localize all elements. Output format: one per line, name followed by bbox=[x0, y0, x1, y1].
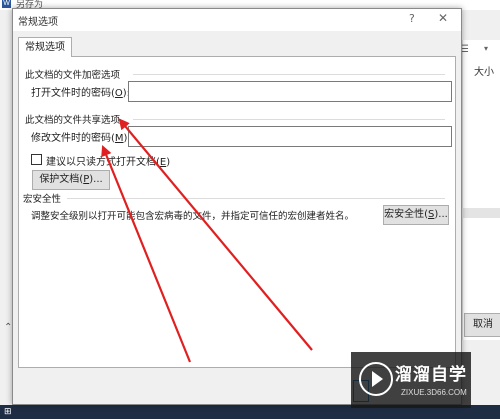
help-icon[interactable]: ? bbox=[409, 12, 415, 25]
view-options-icon[interactable]: ☰ bbox=[460, 44, 482, 58]
watermark-logo: 溜溜自学 ZIXUE.3D66.COM bbox=[351, 352, 471, 408]
horizontal-scrollbar[interactable] bbox=[462, 208, 500, 218]
word-app-icon: W bbox=[2, 0, 11, 8]
divider bbox=[133, 119, 445, 120]
divider bbox=[67, 198, 445, 199]
open-password-label: 打开文件时的密码(O): bbox=[31, 88, 131, 99]
readonly-checkbox[interactable] bbox=[31, 154, 42, 165]
general-options-dialog: 常规选项 ? ✕ 常规选项 此文档的文件加密选项 打开文件时的密码(O): 此文… bbox=[12, 8, 462, 405]
save-as-cancel-button[interactable]: 取消 bbox=[464, 313, 500, 337]
size-column-header[interactable]: 大小 bbox=[474, 63, 494, 78]
tab-general-options[interactable]: 常规选项 bbox=[18, 37, 72, 57]
protect-document-button[interactable]: 保护文档(P)... bbox=[32, 170, 110, 190]
watermark-text: 溜溜自学 bbox=[395, 365, 467, 385]
chevron-down-icon[interactable]: ▾ bbox=[484, 44, 488, 53]
divider bbox=[133, 74, 445, 75]
play-icon bbox=[359, 362, 393, 396]
options-panel: 此文档的文件加密选项 打开文件时的密码(O): 此文档的文件共享选项 修改文件时… bbox=[18, 56, 456, 368]
macro-description: 调整安全级别以打开可能包含宏病毒的文件，并指定可信任的宏创建者姓名。 bbox=[31, 211, 355, 222]
close-icon[interactable]: ✕ bbox=[438, 11, 448, 25]
dialog-title: 常规选项 bbox=[18, 17, 58, 28]
modify-password-label: 修改文件时的密码(M): bbox=[31, 133, 131, 144]
watermark-url: ZIXUE.3D66.COM bbox=[401, 388, 467, 397]
readonly-checkbox-label[interactable]: 建议以只读方式打开文档(E) bbox=[46, 153, 170, 168]
modify-password-field[interactable] bbox=[128, 126, 452, 147]
file-list-panel bbox=[462, 40, 500, 340]
open-password-field[interactable] bbox=[128, 81, 452, 102]
dialog-titlebar: 常规选项 ? ✕ bbox=[13, 9, 461, 31]
encryption-heading: 此文档的文件加密选项 bbox=[25, 70, 121, 81]
windows-start-icon[interactable]: ⊞ bbox=[4, 407, 14, 417]
macro-security-heading: 宏安全性 bbox=[23, 194, 62, 205]
sharing-heading: 此文档的文件共享选项 bbox=[25, 115, 121, 126]
macro-security-button[interactable]: 宏安全性(S)... bbox=[383, 205, 449, 225]
